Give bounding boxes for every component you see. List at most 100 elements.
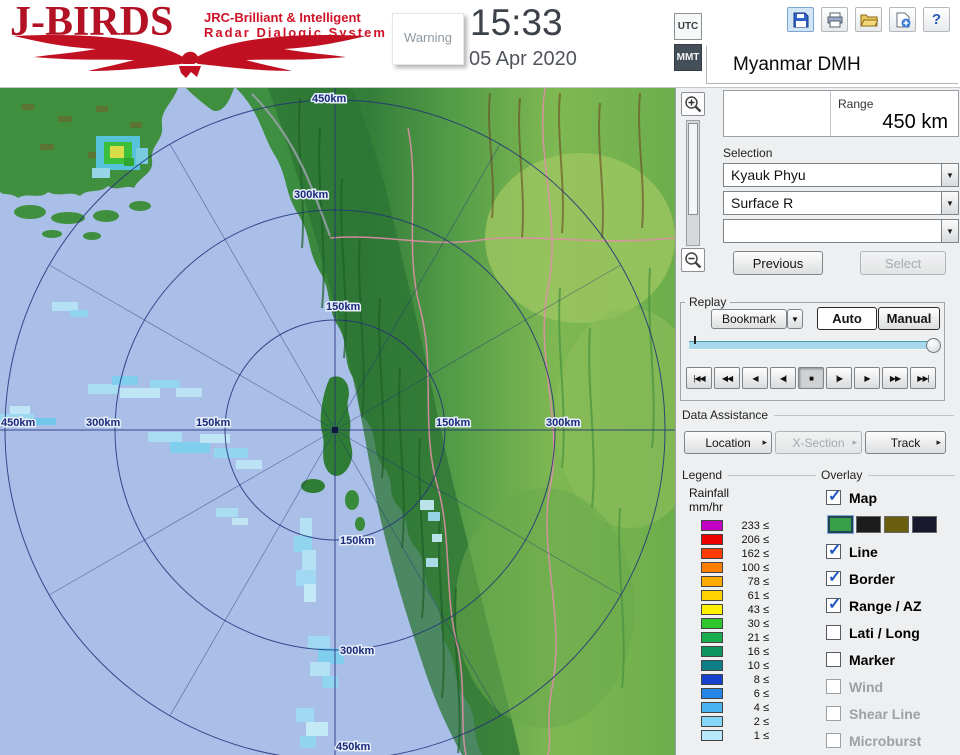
chevron-down-icon[interactable]: ▼: [941, 163, 959, 187]
product-dropdown[interactable]: Surface R ▼: [723, 191, 959, 215]
fast-forward-button[interactable]: ▶▶: [882, 367, 908, 389]
checkbox[interactable]: ✓: [826, 571, 841, 586]
zoom-slider[interactable]: [686, 120, 700, 246]
stop-button[interactable]: ■: [798, 367, 824, 389]
skip-to-end-button[interactable]: ▶▶|: [910, 367, 936, 389]
overlay-item-border[interactable]: ✓ Border: [826, 570, 958, 587]
save-button[interactable]: [787, 7, 814, 32]
checkbox[interactable]: [826, 625, 841, 640]
data-assistance-section-label: Data Assistance: [682, 408, 954, 422]
control-panel: Range 450 km Selection Kyauk Phyu ▼ Surf…: [675, 88, 960, 755]
zoom-out-icon: [684, 251, 703, 270]
zoom-in-button[interactable]: [681, 92, 705, 116]
bookmark-button[interactable]: Bookmark: [711, 309, 787, 329]
auto-mode-button[interactable]: Auto: [817, 307, 877, 330]
checkbox[interactable]: ✓: [826, 544, 841, 559]
skip-to-start-button[interactable]: |◀◀: [686, 367, 712, 389]
site-dropdown[interactable]: Kyauk Phyu ▼: [723, 163, 959, 187]
divider: [728, 475, 816, 476]
logo-subtitle-1: JRC-Brilliant & Intelligent: [204, 10, 361, 25]
overlay-item-map[interactable]: ✓ Map: [826, 489, 958, 506]
checkbox: [826, 679, 841, 694]
step-back-button[interactable]: ◀|: [770, 367, 796, 389]
check-icon: ✓: [828, 540, 841, 560]
legend-color-swatch: [701, 632, 723, 643]
legend-section-label: Legend: [682, 468, 816, 482]
track-button[interactable]: Track ▸: [865, 431, 946, 454]
radar-map-canvas[interactable]: 450km 300km 150km 150km 300km 450km 450k…: [0, 88, 675, 755]
x-section-button[interactable]: X-Section ▸: [775, 431, 862, 454]
bookmark-dropdown-arrow[interactable]: ▼: [787, 309, 803, 329]
open-folder-button[interactable]: [855, 7, 882, 32]
legend-row: 8 ≤: [686, 674, 769, 685]
legend-value: 100 ≤: [729, 562, 769, 574]
range-label: 450km: [1, 417, 35, 429]
chevron-down-icon[interactable]: ▼: [941, 191, 959, 215]
warning-button[interactable]: Warning: [392, 13, 464, 65]
fast-rewind-button[interactable]: ◀◀: [714, 367, 740, 389]
overlay-item-lati-long[interactable]: Lati / Long: [826, 624, 958, 641]
play-reverse-button[interactable]: ◀: [742, 367, 768, 389]
overlay-item-shear-line: Shear Line: [826, 705, 958, 722]
legend-row: 30 ≤: [686, 618, 769, 629]
previous-button[interactable]: Previous: [733, 251, 823, 275]
timeline-slider-handle[interactable]: [926, 338, 941, 353]
select-button[interactable]: Select: [860, 251, 946, 275]
export-button[interactable]: [889, 7, 916, 32]
map-style-swatch[interactable]: [828, 516, 853, 533]
replay-timeline-slider[interactable]: [689, 341, 937, 350]
manual-mode-button[interactable]: Manual: [878, 307, 940, 330]
timeline-start-tick: [694, 336, 696, 344]
checkbox[interactable]: [826, 652, 841, 667]
overlay-item-range-az[interactable]: ✓ Range / AZ: [826, 597, 958, 614]
checkbox[interactable]: ✓: [826, 598, 841, 613]
check-icon: ✓: [828, 486, 841, 506]
product-dropdown-value[interactable]: Surface R: [723, 191, 941, 215]
radar-map[interactable]: 450km 300km 150km 150km 300km 450km 450k…: [0, 88, 675, 755]
checkbox: [826, 706, 841, 721]
zoom-in-icon: [684, 95, 703, 114]
chevron-down-icon[interactable]: ▼: [941, 219, 959, 243]
help-button[interactable]: ?: [923, 7, 950, 32]
zoom-slider-thumb[interactable]: [688, 123, 698, 215]
legend-row: 10 ≤: [686, 660, 769, 671]
check-icon: ✓: [828, 567, 841, 587]
utc-button[interactable]: UTC: [674, 13, 702, 40]
overlay-item-marker[interactable]: Marker: [826, 651, 958, 668]
legend-value: 43 ≤: [729, 604, 769, 616]
legend-value: 10 ≤: [729, 660, 769, 672]
folder-icon: [860, 13, 878, 27]
clock-date: 05 Apr 2020: [469, 48, 577, 71]
map-style-swatch[interactable]: [856, 516, 881, 533]
station-name-box: Myanmar DMH: [706, 46, 958, 84]
selection-section-label: Selection: [723, 146, 772, 160]
legend-unit: mm/hr: [689, 500, 723, 514]
legend-row: 233 ≤: [686, 520, 769, 531]
j-birds-app: J-BIRDS JRC-Brilliant & Intelligent Rada…: [0, 0, 960, 755]
legend-color-swatch: [701, 562, 723, 573]
replay-section-label: Replay: [685, 295, 730, 309]
option-dropdown[interactable]: ▼: [723, 219, 959, 243]
step-forward-button[interactable]: |▶: [826, 367, 852, 389]
range-label: 300km: [294, 189, 328, 201]
checkbox[interactable]: ✓: [826, 490, 841, 505]
mmt-button[interactable]: MMT: [674, 44, 702, 71]
save-icon: [793, 12, 809, 28]
legend-color-swatch: [701, 548, 723, 559]
option-dropdown-value[interactable]: [723, 219, 941, 243]
legend-row: 100 ≤: [686, 562, 769, 573]
legend-row: 78 ≤: [686, 576, 769, 587]
overlay-item-line[interactable]: ✓ Line: [826, 543, 958, 560]
legend-value: 233 ≤: [729, 520, 769, 532]
submenu-arrow-icon: ▸: [936, 437, 941, 448]
print-button[interactable]: [821, 7, 848, 32]
location-button[interactable]: Location ▸: [684, 431, 772, 454]
legend-row: 6 ≤: [686, 688, 769, 699]
play-button[interactable]: ▶: [854, 367, 880, 389]
overlay-options: ✓ Map ✓ Line ✓ Border ✓ Range / AZ: [826, 489, 958, 749]
site-dropdown-value[interactable]: Kyauk Phyu: [723, 163, 941, 187]
map-style-swatch[interactable]: [912, 516, 937, 533]
help-icon: ?: [932, 11, 941, 28]
zoom-out-button[interactable]: [681, 248, 705, 272]
map-style-swatch[interactable]: [884, 516, 909, 533]
